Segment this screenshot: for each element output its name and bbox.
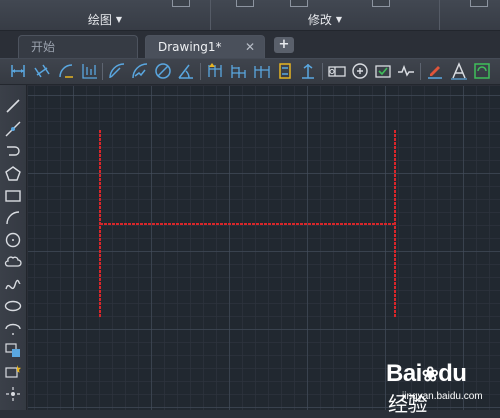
ellipse-icon[interactable]: [4, 297, 22, 315]
tab-start[interactable]: 开始: [18, 35, 138, 58]
dimension-space-icon[interactable]: [276, 62, 294, 80]
inspection-icon[interactable]: [374, 62, 392, 80]
radius-dimension-icon[interactable]: [108, 62, 126, 80]
construction-line-icon[interactable]: [4, 120, 22, 138]
draw-toolbar: [0, 85, 27, 410]
chevron-down-icon: ▼: [115, 15, 123, 24]
ordinate-dimension-icon[interactable]: [80, 62, 98, 80]
toolbar-separator: [102, 63, 103, 80]
toolbar-separator: [200, 63, 201, 80]
baidu-logo: Bai❀du经验: [386, 360, 486, 418]
document-tab-bar: 开始 Drawing1* ✕ +: [0, 31, 500, 59]
tab-start-label: 开始: [31, 40, 56, 54]
ribbon-modify-text: 修改: [307, 13, 332, 27]
insert-block-icon[interactable]: [4, 341, 22, 359]
ribbon-draw-label[interactable]: 绘图 ▼: [0, 11, 210, 28]
linear-dimension-icon[interactable]: [9, 62, 27, 80]
jogged-linear-icon[interactable]: [397, 62, 415, 80]
toolbar-separator: [322, 63, 323, 80]
close-icon[interactable]: ✕: [245, 36, 255, 58]
arc-icon[interactable]: [4, 209, 22, 227]
baseline-dimension-icon[interactable]: [229, 62, 247, 80]
ribbon-icon-stub[interactable]: [470, 0, 488, 7]
center-mark-icon[interactable]: [351, 62, 369, 80]
toolbar-separator: [420, 63, 421, 80]
ribbon-panel-modify[interactable]: 修改 ▼: [211, 0, 440, 30]
ribbon: 绘图 ▼ 修改 ▼: [0, 0, 500, 31]
line-icon[interactable]: [4, 97, 22, 115]
dimension-toolbar: [0, 59, 500, 85]
angular-dimension-icon[interactable]: [177, 62, 195, 80]
rectangle-icon[interactable]: [4, 187, 22, 205]
dimension-edit-icon[interactable]: [426, 62, 444, 80]
ribbon-draw-text: 绘图: [87, 13, 112, 27]
continue-dimension-icon[interactable]: [253, 62, 271, 80]
polyline-icon[interactable]: [4, 143, 22, 161]
paw-icon: ❀: [421, 364, 439, 386]
circle-icon[interactable]: [4, 231, 22, 249]
baidu-jingyan-watermark: Bai❀du经验 jingyan.baidu.com: [386, 360, 486, 416]
new-tab-button[interactable]: +: [274, 37, 294, 53]
plus-icon: +: [278, 37, 290, 52]
polygon-icon[interactable]: [4, 165, 22, 183]
point-icon[interactable]: [4, 385, 22, 403]
tab-drawing1[interactable]: Drawing1* ✕: [145, 35, 265, 58]
dimension-text-edit-icon[interactable]: [450, 62, 468, 80]
ribbon-modify-label[interactable]: 修改 ▼: [211, 11, 439, 28]
revision-cloud-icon[interactable]: [4, 253, 22, 271]
jogged-dimension-icon[interactable]: [131, 62, 149, 80]
tab-drawing1-label: Drawing1*: [158, 40, 222, 54]
aligned-dimension-icon[interactable]: [33, 62, 51, 80]
arc-length-dimension-icon[interactable]: [57, 62, 75, 80]
diameter-dimension-icon[interactable]: [154, 62, 172, 80]
baidu-logo-brand: Bai: [386, 360, 422, 387]
spline-icon[interactable]: [4, 275, 22, 293]
baidu-logo-suffix: du: [438, 360, 467, 387]
make-block-icon[interactable]: [4, 363, 22, 381]
quick-dimension-icon[interactable]: [206, 62, 224, 80]
ribbon-panel-draw[interactable]: 绘图 ▼: [0, 0, 211, 30]
dimension-break-icon[interactable]: [299, 62, 317, 80]
watermark-url: jingyan.baidu.com: [402, 391, 483, 402]
ellipse-arc-icon[interactable]: [4, 319, 22, 337]
dimension-update-icon[interactable]: [473, 62, 491, 80]
tolerance-icon[interactable]: [328, 62, 346, 80]
chevron-down-icon: ▼: [335, 15, 343, 24]
